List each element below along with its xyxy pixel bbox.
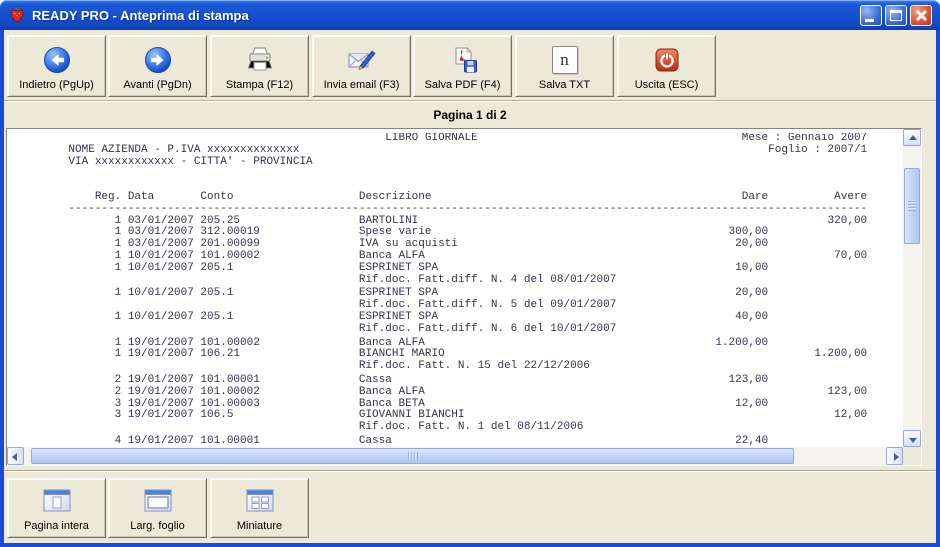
print-preview-area: LIBRO GIORNALE Mese : Gennaio 2007 NOME … [6,128,922,466]
scroll-down-button[interactable] [903,430,921,447]
back-arrow-icon [43,36,71,79]
button-label: Larg. foglio [130,520,185,532]
maximize-icon [890,10,902,21]
pdf-save-icon [448,36,478,79]
window-controls [860,5,932,26]
horizontal-scrollbar[interactable] [7,447,903,465]
uscita-button[interactable]: Uscita (ESC) [617,35,716,97]
button-label: Uscita (ESC) [634,79,699,91]
right-arrow-icon [894,453,899,461]
button-label: Miniature [236,520,283,532]
document-line: 1 10/01/2007 205.1 ESPRINET SPA 10,00 [9,261,868,274]
stampa-button[interactable]: Stampa (F12) [210,35,309,97]
window-title: READY PRO - Anteprima di stampa [32,7,249,23]
window-body: Indietro (PgUp) Avanti (PgDn) Stampa (F1… [0,30,940,547]
button-label: Invia email (F3) [323,79,400,91]
maximize-button[interactable] [885,5,907,26]
close-button[interactable] [910,5,932,26]
miniature-button[interactable]: Miniature [210,478,309,538]
document-line: 2 19/01/2007 101.00001 Cassa 123,00 [9,373,868,386]
title-bar[interactable]: READY PRO - Anteprima di stampa [0,0,940,30]
vertical-scrollbar[interactable] [903,129,921,447]
button-label: Avanti (PgDn) [123,79,192,91]
document-line: 1 10/01/2007 205.1 ESPRINET SPA 40,00 [9,310,868,323]
button-label: Stampa (F12) [225,79,294,91]
close-icon [911,6,931,25]
document-line: 4 19/01/2007 101.00001 Cassa 22,40 [9,434,868,447]
printer-icon [245,36,275,79]
vertical-scroll-thumb[interactable] [904,168,920,244]
salva-txt-button[interactable]: n Salva TXT [515,35,614,97]
document-line: Rif.doc. Fatt. N. 15 del 22/12/2006 [9,360,590,373]
button-label: Indietro (PgUp) [19,79,94,91]
document-page: LIBRO GIORNALE Mese : Gennaio 2007 NOME … [9,133,902,447]
scroll-right-button[interactable] [886,447,903,465]
minimize-button[interactable] [860,5,882,26]
document-line: NOME AZIENDA - P.IVA xxxxxxxxxxxxxx Fogl… [9,143,868,156]
button-label: Salva PDF (F4) [424,79,501,91]
button-label: Salva TXT [538,79,591,91]
document-line: Rif.doc. Fatt. N. 1 del 08/11/2006 [9,421,584,434]
email-icon [347,36,377,79]
full-page-icon [42,479,72,520]
bottom-separator [4,470,936,472]
document-line: VIA xxxxxxxxxxxx - CITTA' - PROVINCIA [9,155,313,168]
minimize-icon [865,19,874,22]
document-line: ----------------------------------------… [9,202,868,215]
document-line: Rif.doc. Fatt.diff. N. 6 del 10/01/2007 [9,322,617,335]
document-line: 2 19/01/2007 101.00002 Banca ALFA 123,00 [9,385,868,398]
page-width-icon [143,479,173,520]
up-arrow-icon [909,135,917,140]
pagina-intera-button[interactable]: Pagina intera [7,478,106,538]
scrollbar-corner [903,447,921,465]
document-line: Rif.doc. Fatt.diff. N. 4 del 08/01/2007 [9,273,617,286]
avanti-button[interactable]: Avanti (PgDn) [108,35,207,97]
forward-arrow-icon [144,36,172,79]
button-label: Pagina intera [24,520,89,532]
thumbnails-icon [245,479,275,520]
txt-notepad-icon: n [551,36,578,79]
down-arrow-icon [909,438,917,443]
horizontal-scroll-thumb[interactable] [31,448,794,464]
power-icon [653,36,681,79]
invia-email-button[interactable]: Invia email (F3) [312,35,411,97]
document-line: 1 10/01/2007 101.00002 Banca ALFA 70,00 [9,249,868,262]
indietro-button[interactable]: Indietro (PgUp) [7,35,106,97]
txt-icon-letter: n [560,49,569,69]
left-arrow-icon [12,453,17,461]
document-line: Reg. Data Conto Descrizione Dare Avere [9,190,868,203]
salva-pdf-button[interactable]: Salva PDF (F4) [413,35,512,97]
scroll-left-button[interactable] [7,447,24,465]
scroll-up-button[interactable] [903,129,921,146]
app-icon [8,6,26,24]
page-indicator: Pagina 1 di 2 [433,107,507,122]
app-window: READY PRO - Anteprima di stampa Indietro… [0,0,940,547]
larghezza-foglio-button[interactable]: Larg. foglio [108,478,207,538]
